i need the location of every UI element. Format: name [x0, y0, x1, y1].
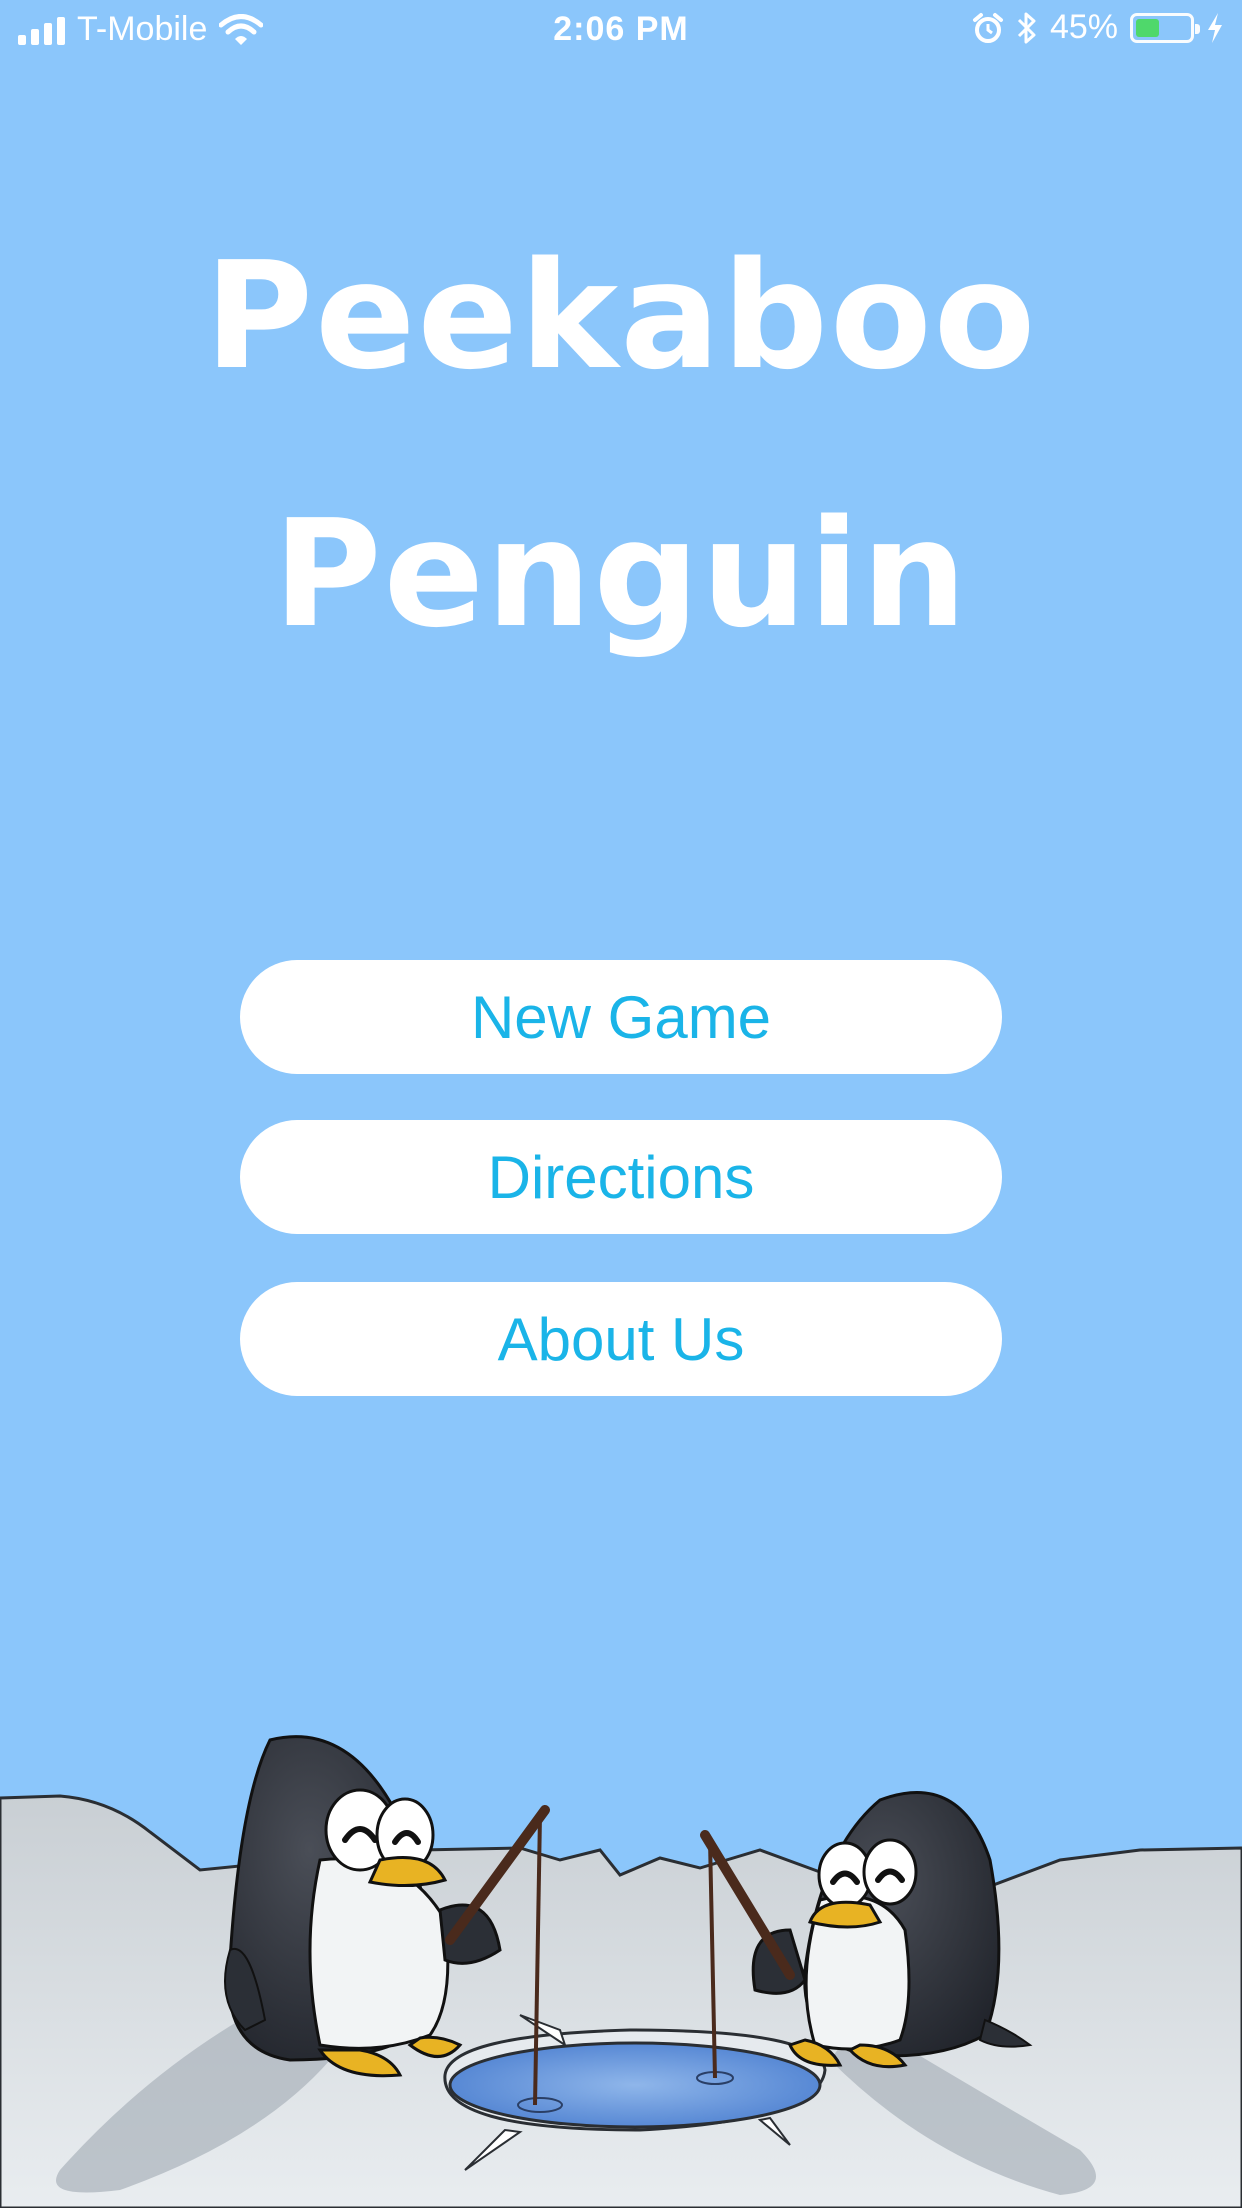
bluetooth-icon [1017, 12, 1036, 43]
status-right: 45% [972, 8, 1224, 47]
penguin-scene-illustration [0, 1735, 1242, 2208]
app-title-line2: Penguin [273, 488, 969, 660]
battery-icon [1130, 12, 1200, 43]
directions-button[interactable]: Directions [240, 1120, 1002, 1234]
about-us-button[interactable]: About Us [240, 1282, 1002, 1396]
new-game-button[interactable]: New Game [240, 960, 1002, 1074]
battery-level [1136, 18, 1159, 37]
app-title-line1: Peekaboo [204, 230, 1038, 402]
status-bar: T-Mobile 2:06 PM 45% [0, 0, 1242, 62]
alarm-icon [972, 12, 1003, 43]
charging-icon [1208, 12, 1222, 43]
battery-percent: 45% [1049, 8, 1118, 46]
